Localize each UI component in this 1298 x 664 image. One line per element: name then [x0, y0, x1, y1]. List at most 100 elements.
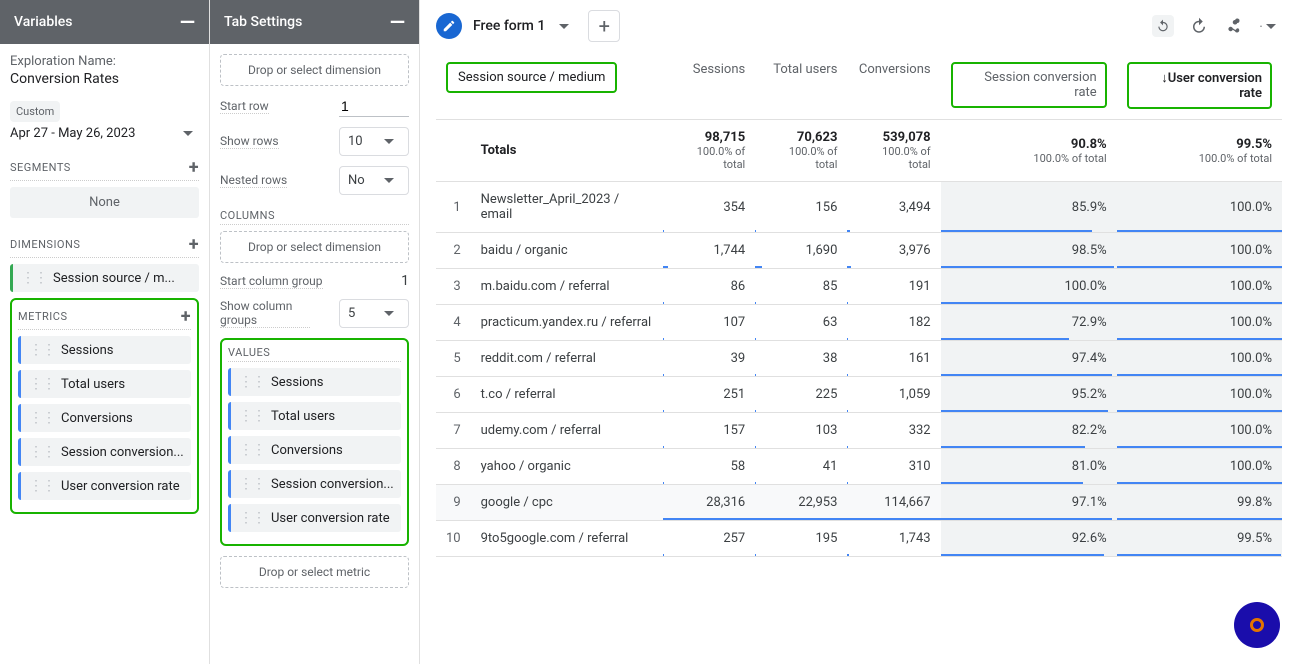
start-row-label: Start row	[220, 99, 269, 114]
settings-title: Tab Settings	[224, 14, 302, 30]
add-metric-button[interactable]: +	[181, 306, 191, 327]
sampling-warning-button[interactable]	[1260, 15, 1282, 37]
exploration-name-label: Exploration Name:	[10, 54, 199, 69]
metric-chip[interactable]: ⋮⋮Total users	[18, 370, 191, 398]
totals-cell: 99.5%100.0% of total	[1117, 120, 1282, 182]
values-head: VALUES	[228, 346, 401, 362]
dimension-cell: t.co / referral	[471, 377, 663, 413]
totals-cell: 70,623100.0% of total	[755, 120, 847, 182]
table-row[interactable]: 109to5google.com / referral2571951,74392…	[436, 521, 1282, 557]
dimension-cell: reddit.com / referral	[471, 341, 663, 377]
drag-handle-icon[interactable]: ⋮⋮	[29, 376, 55, 392]
dimension-cell: yahoo / organic	[471, 449, 663, 485]
tab-settings-panel: Tab Settings — Drop or select dimension …	[210, 0, 420, 664]
drag-handle-icon[interactable]: ⋮⋮	[239, 510, 265, 526]
main-area: Free form 1 + Sessi	[420, 0, 1298, 664]
variables-header: Variables —	[0, 0, 209, 44]
show-col-label: Show column groups	[220, 299, 310, 328]
chevron-down-icon	[559, 24, 569, 29]
table-row[interactable]: 7udemy.com / referral15710333282.2%100.0…	[436, 413, 1282, 449]
col-sessions[interactable]: Sessions	[663, 52, 756, 120]
table-row[interactable]: 1Newsletter_April_2023 / email3541563,49…	[436, 182, 1282, 233]
metric-chip[interactable]: ⋮⋮Session conversion...	[18, 438, 191, 466]
dimension-cell: Newsletter_April_2023 / email	[471, 182, 663, 233]
drag-handle-icon[interactable]: ⋮⋮	[29, 410, 55, 426]
share-button[interactable]	[1224, 15, 1246, 37]
totals-label: Totals	[471, 120, 663, 182]
drag-handle-icon[interactable]: ⋮⋮	[29, 444, 55, 460]
pencil-icon	[442, 19, 456, 33]
col-session-conv-rate[interactable]: Session conversion rate	[941, 52, 1117, 120]
show-rows-label: Show rows	[220, 134, 279, 149]
add-dimension-button[interactable]: +	[189, 234, 199, 255]
exploration-name-value[interactable]: Conversion Rates	[10, 71, 199, 87]
dimension-chip[interactable]: ⋮⋮ Session source / m...	[10, 264, 199, 292]
chevron-down-icon	[1266, 24, 1276, 29]
chevron-down-icon	[384, 178, 394, 183]
metric-chip[interactable]: ⋮⋮User conversion rate	[18, 472, 191, 500]
record-icon	[1250, 618, 1264, 632]
table-row[interactable]: 3m.baidu.com / referral8685191100.0%100.…	[436, 269, 1282, 305]
drag-handle-icon[interactable]: ⋮⋮	[239, 442, 265, 458]
values-section-highlight: VALUES ⋮⋮Sessions ⋮⋮Total users ⋮⋮Conversi…	[220, 338, 409, 546]
dimension-cell: 9to5google.com / referral	[471, 521, 663, 557]
value-chip[interactable]: ⋮⋮Sessions	[228, 368, 401, 396]
table-row[interactable]: 4practicum.yandex.ru / referral107631827…	[436, 305, 1282, 341]
table-row[interactable]: 6t.co / referral2512251,05995.2%100.0%	[436, 377, 1282, 413]
rows-drop-target[interactable]: Drop or select dimension	[220, 54, 409, 86]
dimension-cell: udemy.com / referral	[471, 413, 663, 449]
metrics-section-highlight: METRICS + ⋮⋮Sessions ⋮⋮Total users ⋮⋮Conve…	[10, 298, 199, 514]
col-user-conv-rate[interactable]: ↓User conversion rate	[1117, 52, 1282, 120]
nested-rows-label: Nested rows	[220, 173, 287, 188]
settings-header: Tab Settings —	[210, 0, 419, 44]
col-total-users[interactable]: Total users	[755, 52, 847, 120]
drag-handle-icon[interactable]: ⋮⋮	[29, 478, 55, 494]
warning-icon	[1260, 17, 1262, 35]
dimensions-head: DIMENSIONS	[10, 238, 80, 251]
date-preset[interactable]: Custom	[10, 101, 60, 122]
table-row[interactable]: 5reddit.com / referral393816197.4%100.0%	[436, 341, 1282, 377]
table-row[interactable]: 9google / cpc28,31622,953114,66797.1%99.…	[436, 485, 1282, 521]
date-range-selector[interactable]: Apr 27 - May 26, 2023	[10, 126, 199, 141]
chevron-down-icon	[384, 139, 394, 144]
add-segment-button[interactable]: +	[189, 157, 199, 178]
dimension-cell: google / cpc	[471, 485, 663, 521]
redo-button[interactable]	[1188, 15, 1210, 37]
table-row[interactable]: 8yahoo / organic584131081.0%100.0%	[436, 449, 1282, 485]
toolbar: Free form 1 +	[420, 0, 1298, 52]
drag-handle-icon[interactable]: ⋮⋮	[29, 342, 55, 358]
show-rows-select[interactable]: 10	[339, 127, 409, 156]
show-col-select[interactable]: 5	[339, 299, 409, 328]
segments-none[interactable]: None	[10, 187, 199, 218]
tab-free-form[interactable]: Free form 1	[472, 13, 578, 39]
dimension-column-header[interactable]: Session source / medium	[446, 62, 617, 93]
totals-cell: 98,715100.0% of total	[663, 120, 756, 182]
value-chip[interactable]: ⋮⋮Session conversion...	[228, 470, 401, 498]
start-row-input[interactable]	[339, 96, 409, 117]
value-chip[interactable]: ⋮⋮Conversions	[228, 436, 401, 464]
metric-chip[interactable]: ⋮⋮Conversions	[18, 404, 191, 432]
drag-handle-icon[interactable]: ⋮⋮	[239, 408, 265, 424]
minimize-icon[interactable]: —	[390, 10, 405, 34]
add-tab-button[interactable]: +	[588, 10, 620, 42]
undo-button[interactable]	[1152, 15, 1174, 37]
chevron-down-icon	[384, 311, 394, 316]
dimension-cell: m.baidu.com / referral	[471, 269, 663, 305]
col-conversions[interactable]: Conversions	[847, 52, 940, 120]
start-col-value[interactable]: 1	[401, 273, 409, 289]
drag-handle-icon[interactable]: ⋮⋮	[239, 374, 265, 390]
record-fab[interactable]	[1234, 602, 1280, 648]
start-col-label: Start column group	[220, 274, 323, 289]
table-row[interactable]: 2baidu / organic1,7441,6903,97698.5%100.…	[436, 233, 1282, 269]
drag-handle-icon[interactable]: ⋮⋮	[21, 270, 47, 286]
nested-rows-select[interactable]: No	[339, 166, 409, 195]
value-chip[interactable]: ⋮⋮User conversion rate	[228, 504, 401, 532]
metric-chip[interactable]: ⋮⋮Sessions	[18, 336, 191, 364]
minimize-icon[interactable]: —	[180, 10, 195, 34]
edit-technique-button[interactable]	[436, 13, 462, 39]
value-chip[interactable]: ⋮⋮Total users	[228, 402, 401, 430]
drag-handle-icon[interactable]: ⋮⋮	[239, 476, 265, 492]
values-drop-target[interactable]: Drop or select metric	[220, 556, 409, 588]
metrics-head: METRICS	[18, 310, 68, 323]
columns-drop-target[interactable]: Drop or select dimension	[220, 231, 409, 263]
